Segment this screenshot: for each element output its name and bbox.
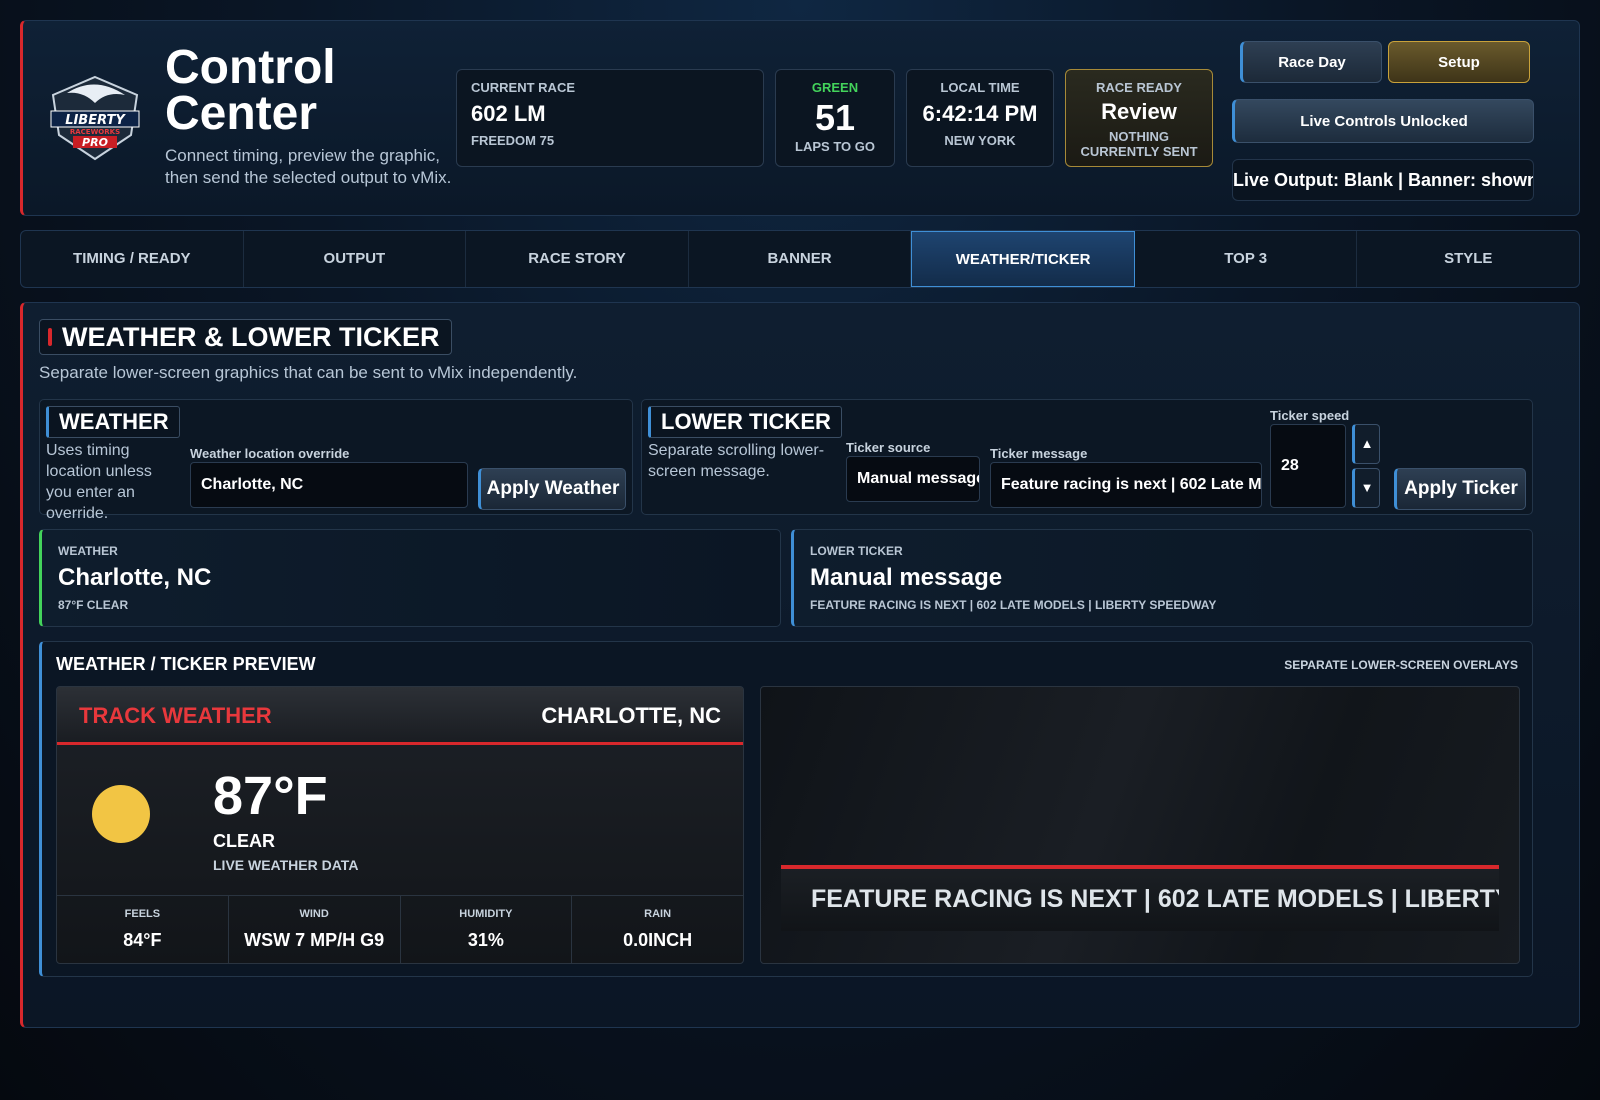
race-ready-stat: RACE READY Review NOTHING CURRENTLY SENT	[1065, 69, 1213, 167]
race-ready-label: RACE READY	[1096, 80, 1182, 95]
tab-weather-ticker[interactable]: WEATHER/TICKER	[911, 231, 1135, 287]
main-tabs: TIMING / READY OUTPUT RACE STORY BANNER …	[20, 230, 1580, 288]
weather-card-desc: Uses timing location unless you enter an…	[46, 442, 152, 522]
current-race-stat: CURRENT RACE 602 LM FREEDOM 75	[456, 69, 764, 167]
weather-stat-wind: WIND WSW 7 MP/H G9	[229, 896, 401, 963]
track-weather-label: TRACK WEATHER	[79, 703, 272, 728]
ticker-summary-message: FEATURE RACING IS NEXT | 602 LATE MODELS…	[810, 598, 1217, 612]
weather-card: WEATHER Uses timing location unless you …	[39, 399, 633, 522]
ticker-summary-source: Manual message	[810, 564, 1003, 591]
ticker-text: FEATURE RACING IS NEXT | 602 LATE MODELS…	[811, 885, 1499, 913]
lower-ticker-card-title: LOWER TICKER	[648, 406, 842, 438]
track-weather-header: TRACK WEATHER CHARLOTTE, NC	[57, 687, 743, 745]
ticker-speed-label: Ticker speed	[1270, 408, 1350, 423]
weather-summary-condition: 87°F CLEAR	[58, 598, 129, 612]
lower-ticker-graphic: FEATURE RACING IS NEXT | 602 LATE MODELS…	[760, 686, 1520, 964]
ticker-bar: FEATURE RACING IS NEXT | 602 LATE MODELS…	[781, 865, 1499, 931]
live-output-status: Live Output: Blank | Banner: shown | Ra	[1232, 159, 1534, 201]
race-day-button[interactable]: Race Day	[1240, 41, 1382, 83]
page-subtitle: Connect timing, preview the graphic, the…	[165, 146, 452, 187]
tab-output[interactable]: OUTPUT	[244, 231, 467, 287]
local-time-stat: LOCAL TIME 6:42:14 PM NEW YORK	[906, 69, 1054, 167]
local-time-city: NEW YORK	[944, 133, 1016, 148]
race-ready-status: NOTHING CURRENTLY SENT	[1080, 129, 1198, 159]
preview-title: WEATHER / TICKER PREVIEW	[56, 654, 316, 674]
section-subtitle: Separate lower-screen graphics that can …	[39, 363, 578, 382]
live-controls-unlock-button[interactable]: Live Controls Unlocked	[1232, 99, 1534, 143]
ticker-source-label: Ticker source	[846, 440, 931, 455]
laps-to-go-label: LAPS TO GO	[795, 139, 875, 154]
tab-race-story[interactable]: RACE STORY	[466, 231, 689, 287]
lower-ticker-card-desc: Separate scrolling lower-screen message.	[648, 442, 825, 480]
apply-ticker-button[interactable]: Apply Ticker	[1394, 468, 1526, 510]
weather-summary-location: Charlotte, NC	[58, 564, 212, 591]
weather-data-source: LIVE WEATHER DATA	[213, 857, 359, 873]
svg-text:RACEWORKS: RACEWORKS	[70, 128, 120, 136]
svg-text:PRO: PRO	[82, 136, 108, 149]
page-title: Control Center	[165, 41, 336, 140]
ticker-speed-input[interactable]: 28	[1270, 424, 1346, 508]
ticker-message-input[interactable]: Feature racing is next | 602 Late Models	[990, 462, 1262, 508]
sun-icon	[92, 785, 150, 843]
weather-summary: WEATHER Charlotte, NC 87°F CLEAR	[39, 529, 781, 627]
weather-ticker-panel: WEATHER & LOWER TICKER Separate lower-sc…	[20, 302, 1580, 1028]
current-race-name: FREEDOM 75	[471, 133, 555, 148]
local-time-value: 6:42:14 PM	[922, 101, 1038, 126]
ticker-source-select[interactable]: Manual message	[846, 456, 980, 502]
track-weather-location: CHARLOTTE, NC	[541, 703, 721, 728]
lower-ticker-summary: LOWER TICKER Manual message FEATURE RACI…	[791, 529, 1533, 627]
tab-banner[interactable]: BANNER	[689, 231, 912, 287]
speed-down-icon[interactable]: ▼	[1352, 468, 1380, 508]
svg-text:LIBERTY: LIBERTY	[65, 113, 126, 128]
ticker-summary-label: LOWER TICKER	[810, 544, 903, 558]
setup-button[interactable]: Setup	[1388, 41, 1530, 83]
laps-stat: GREEN 51 LAPS TO GO	[775, 69, 895, 167]
ticker-message-label: Ticker message	[990, 446, 1088, 461]
lower-ticker-card: LOWER TICKER Separate scrolling lower-sc…	[641, 399, 1533, 515]
speed-up-icon[interactable]: ▲	[1352, 424, 1380, 464]
apply-weather-button[interactable]: Apply Weather	[478, 468, 626, 510]
weather-stats-row: FEELS 84°F WIND WSW 7 MP/H G9 HUMIDITY 3…	[57, 895, 743, 963]
tab-timing-ready[interactable]: TIMING / READY	[21, 231, 244, 287]
tab-style[interactable]: STYLE	[1357, 231, 1579, 287]
local-time-label: LOCAL TIME	[940, 80, 1020, 95]
weather-location-label: Weather location override	[190, 446, 350, 461]
weather-location-input[interactable]: Charlotte, NC	[190, 462, 468, 508]
liberty-raceworks-logo: LIBERTY RACEWORKS PRO	[50, 75, 140, 161]
weather-temperature: 87°F	[213, 766, 328, 826]
laps-to-go-value: 51	[814, 97, 856, 138]
weather-card-title: WEATHER	[46, 406, 180, 438]
current-race-value: 602 LM	[471, 101, 546, 126]
weather-stat-rain: RAIN 0.0INCH	[623, 908, 693, 950]
weather-stat-feels: FEELS 84°F	[57, 896, 229, 963]
track-weather-graphic: TRACK WEATHER CHARLOTTE, NC 87°F CLEAR L…	[56, 686, 744, 964]
preview-note: SEPARATE LOWER-SCREEN OVERLAYS	[1284, 658, 1518, 672]
weather-ticker-preview: WEATHER / TICKER PREVIEW SEPARATE LOWER-…	[39, 641, 1533, 977]
race-ready-value: Review	[1101, 99, 1177, 124]
weather-summary-label: WEATHER	[58, 544, 118, 558]
header-panel: LIBERTY RACEWORKS PRO Control Center Con…	[20, 20, 1580, 216]
tab-top-3[interactable]: TOP 3	[1135, 231, 1358, 287]
current-race-label: CURRENT RACE	[471, 80, 575, 95]
section-title: WEATHER & LOWER TICKER	[39, 319, 453, 355]
flag-status: GREEN	[811, 80, 859, 95]
weather-condition: CLEAR	[213, 831, 275, 851]
weather-stat-humidity: HUMIDITY 31%	[401, 896, 573, 963]
